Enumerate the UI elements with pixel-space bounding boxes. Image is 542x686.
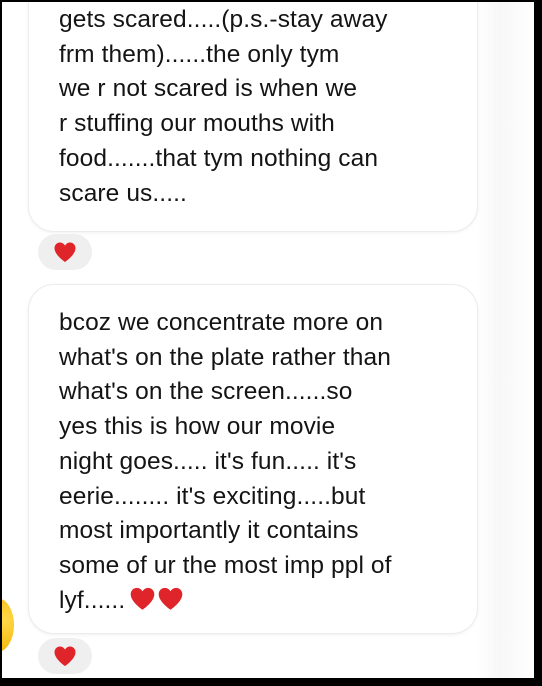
- message-text: bcoz we concentrate more on what's on th…: [59, 306, 463, 621]
- red-heart-icon: [54, 242, 76, 262]
- message-text-content: bcoz we concentrate more on what's on th…: [59, 309, 392, 614]
- chat-screen: gets scared.....(p.s.-stay away frm them…: [2, 2, 534, 678]
- red-heart-icon: [54, 646, 76, 666]
- emoji-icon: [2, 598, 14, 652]
- side-edge: [476, 2, 534, 678]
- inline-emoji-group: [129, 586, 185, 622]
- red-heart-icon: [130, 587, 155, 610]
- message-bubble[interactable]: bcoz we concentrate more on what's on th…: [28, 284, 478, 634]
- heart-reaction[interactable]: [38, 638, 92, 674]
- message-bubble[interactable]: gets scared.....(p.s.-stay away frm them…: [28, 2, 478, 232]
- heart-reaction[interactable]: [38, 234, 92, 270]
- red-heart-icon: [158, 587, 183, 610]
- message-text: gets scared.....(p.s.-stay away frm them…: [59, 6, 388, 207]
